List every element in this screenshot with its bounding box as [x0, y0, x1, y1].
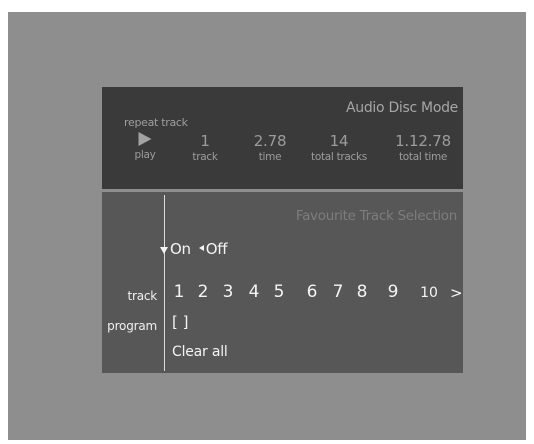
time-status: 2.78 time — [254, 133, 287, 163]
on-off-toggle[interactable]: On Off — [170, 240, 227, 258]
total-time-value: 1.12.78 — [395, 132, 451, 150]
left-arrow-icon — [198, 245, 204, 251]
total-time-status: 1.12.78 total time — [395, 133, 451, 163]
favourite-track-panel: Favourite Track Selection On Off track pr… — [102, 192, 463, 373]
column-divider — [164, 195, 165, 371]
program-list[interactable]: [ ] — [172, 313, 188, 331]
total-tracks-label: total tracks — [311, 151, 367, 163]
track-number-button[interactable]: 5 — [274, 282, 285, 302]
down-arrow-icon — [160, 247, 168, 254]
on-option[interactable]: On — [170, 240, 191, 258]
track-number-button[interactable]: 10 — [420, 285, 438, 301]
repeat-mode-label: repeat track — [124, 116, 188, 129]
track-number-button[interactable]: 2 — [198, 282, 209, 302]
total-tracks-status: 14 total tracks — [311, 133, 367, 163]
track-number-button[interactable]: 9 — [388, 282, 399, 302]
track-status: 1 track — [192, 132, 218, 163]
track-number-button[interactable]: 4 — [249, 282, 260, 302]
play-status[interactable]: play — [134, 131, 156, 161]
total-tracks-value: 14 — [329, 132, 349, 150]
play-label: play — [134, 149, 156, 161]
program-row-label: program — [107, 319, 157, 333]
track-value: 1 — [200, 132, 210, 150]
total-time-label: total time — [398, 151, 448, 163]
track-number-button[interactable]: 7 — [333, 282, 344, 302]
time-label: time — [258, 151, 282, 163]
audio-disc-status-panel: Audio Disc Mode repeat track play 1 trac… — [102, 87, 463, 189]
track-number-button[interactable]: 6 — [307, 282, 318, 302]
track-number-button[interactable]: 1 — [174, 282, 185, 302]
clear-all-button[interactable]: Clear all — [172, 344, 228, 360]
screen-background: Audio Disc Mode repeat track play 1 trac… — [8, 12, 526, 440]
track-number-button[interactable]: 3 — [223, 282, 234, 302]
time-value: 2.78 — [253, 132, 287, 150]
off-option[interactable]: Off — [206, 240, 228, 258]
track-label: track — [192, 151, 218, 163]
mode-title: Audio Disc Mode — [346, 100, 458, 116]
track-row-label: track — [127, 289, 157, 303]
play-icon[interactable] — [138, 132, 152, 146]
favourite-track-title: Favourite Track Selection — [295, 208, 457, 224]
track-number-button[interactable]: 8 — [357, 282, 368, 302]
next-page-arrow-icon[interactable]: > — [450, 284, 463, 302]
